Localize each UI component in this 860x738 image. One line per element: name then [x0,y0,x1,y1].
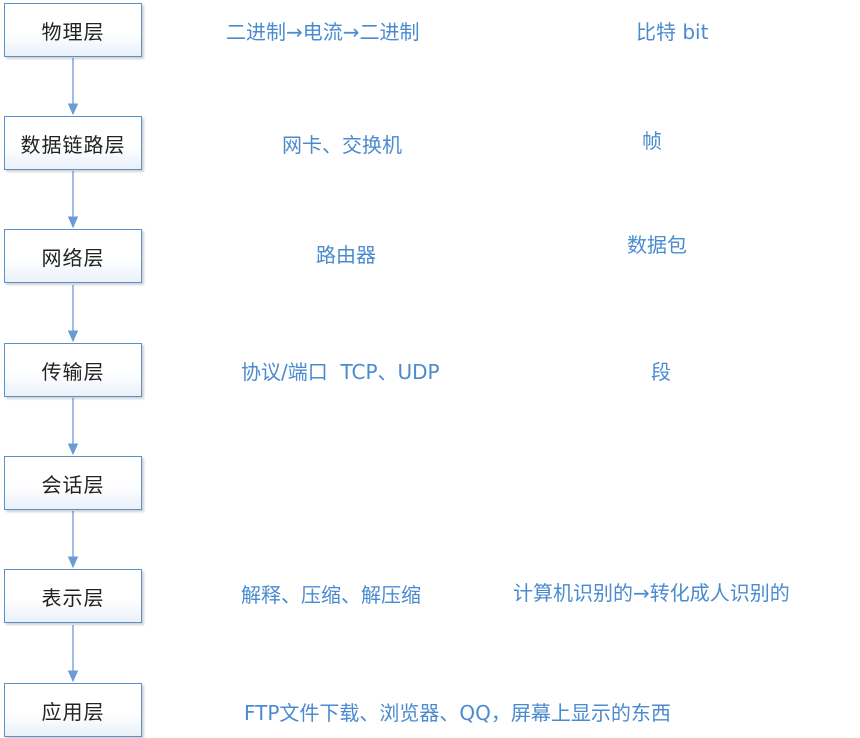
data-link-description: 网卡、交换机 [282,133,402,157]
layer-box-presentation: 表示层 [4,569,142,623]
layer-box-application: 应用层 [4,683,142,737]
network-description: 路由器 [316,243,376,267]
layer-box-physical: 物理层 [4,3,142,57]
network-unit: 数据包 [627,233,687,257]
physical-description: 二进制→电流→二进制 [226,20,420,44]
layer-name: 传输层 [41,359,105,384]
transport-description: 协议/端口 TCP、UDP [241,360,440,384]
data-link-unit: 帧 [642,129,662,153]
layer-name: 物理层 [41,19,105,44]
physical-unit: 比特 bit [636,20,709,44]
layer-box-network: 网络层 [4,229,142,283]
layer-name: 会话层 [41,472,105,497]
layer-box-data-link: 数据链路层 [4,116,142,170]
layer-name: 数据链路层 [20,132,126,157]
layer-name: 应用层 [41,699,105,724]
presentation-unit: 计算机识别的→转化成人识别的 [513,581,790,605]
layer-name: 表示层 [41,585,105,610]
layer-box-transport: 传输层 [4,343,142,397]
presentation-description: 解释、压缩、解压缩 [241,583,421,607]
transport-unit: 段 [651,360,671,384]
application-description: FTP文件下载、浏览器、QQ，屏幕上显示的东西 [244,701,671,725]
layer-name: 网络层 [41,245,105,270]
layer-box-session: 会话层 [4,456,142,510]
